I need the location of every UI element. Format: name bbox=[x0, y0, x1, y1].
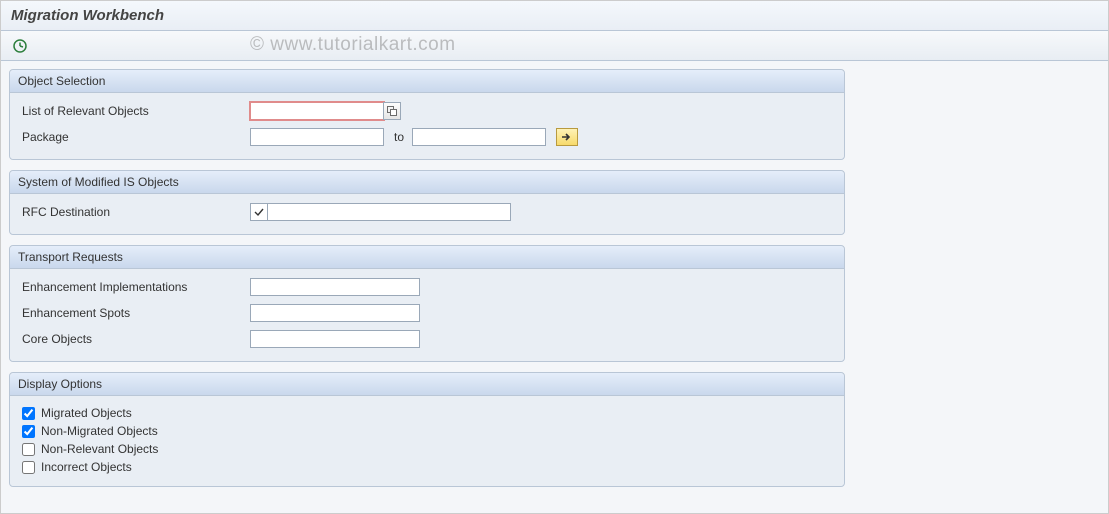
arrow-right-icon bbox=[561, 132, 573, 142]
input-rfc-destination[interactable] bbox=[267, 203, 511, 221]
label-to: to bbox=[394, 130, 404, 144]
checkbox-incorrect-objects[interactable] bbox=[22, 461, 35, 474]
title-bar: Migration Workbench bbox=[1, 1, 1108, 31]
group-header-display-options: Display Options bbox=[10, 373, 844, 396]
row-enh-implementations: Enhancement Implementations bbox=[18, 275, 836, 299]
group-display-options: Display Options Migrated Objects Non-Mig… bbox=[9, 372, 845, 487]
row-list-relevant-objects: List of Relevant Objects bbox=[18, 99, 836, 123]
row-core-objects: Core Objects bbox=[18, 327, 836, 351]
row-non-migrated-objects: Non-Migrated Objects bbox=[22, 424, 836, 438]
group-body-system-modified: RFC Destination bbox=[10, 194, 844, 234]
group-body-transport-requests: Enhancement Implementations Enhancement … bbox=[10, 269, 844, 361]
multiple-selection-button[interactable] bbox=[556, 128, 578, 146]
label-enh-implementations: Enhancement Implementations bbox=[18, 280, 250, 294]
group-system-modified: System of Modified IS Objects RFC Destin… bbox=[9, 170, 845, 235]
input-package-to[interactable] bbox=[412, 128, 546, 146]
input-list-relevant-objects[interactable] bbox=[250, 102, 384, 120]
group-body-display-options: Migrated Objects Non-Migrated Objects No… bbox=[10, 396, 844, 486]
group-object-selection: Object Selection List of Relevant Object… bbox=[9, 69, 845, 160]
row-migrated-objects: Migrated Objects bbox=[22, 406, 836, 420]
content-area: Object Selection List of Relevant Object… bbox=[1, 61, 853, 505]
input-enh-spots[interactable] bbox=[250, 304, 420, 322]
label-core-objects: Core Objects bbox=[18, 332, 250, 346]
group-body-object-selection: List of Relevant Objects Package to bbox=[10, 93, 844, 159]
checkbox-non-relevant-objects[interactable] bbox=[22, 443, 35, 456]
row-incorrect-objects: Incorrect Objects bbox=[22, 460, 836, 474]
label-migrated-objects: Migrated Objects bbox=[41, 406, 132, 420]
input-enh-implementations[interactable] bbox=[250, 278, 420, 296]
app-window: Migration Workbench © www.tutorialkart.c… bbox=[0, 0, 1109, 514]
row-non-relevant-objects: Non-Relevant Objects bbox=[22, 442, 836, 456]
rfc-check-indicator bbox=[250, 203, 268, 221]
label-package: Package bbox=[18, 130, 250, 144]
input-package-from[interactable] bbox=[250, 128, 384, 146]
group-header-system-modified: System of Modified IS Objects bbox=[10, 171, 844, 194]
f4-help-list-relevant-objects[interactable] bbox=[383, 102, 401, 120]
checkbox-migrated-objects[interactable] bbox=[22, 407, 35, 420]
execute-button[interactable] bbox=[9, 36, 31, 56]
row-rfc-destination: RFC Destination bbox=[18, 200, 836, 224]
label-non-migrated-objects: Non-Migrated Objects bbox=[41, 424, 158, 438]
input-core-objects[interactable] bbox=[250, 330, 420, 348]
label-incorrect-objects: Incorrect Objects bbox=[41, 460, 132, 474]
label-rfc-destination: RFC Destination bbox=[18, 205, 250, 219]
label-enh-spots: Enhancement Spots bbox=[18, 306, 250, 320]
group-header-transport-requests: Transport Requests bbox=[10, 246, 844, 269]
label-non-relevant-objects: Non-Relevant Objects bbox=[41, 442, 158, 456]
execute-clock-icon bbox=[12, 38, 28, 54]
search-help-icon bbox=[387, 106, 397, 116]
page-title: Migration Workbench bbox=[11, 7, 164, 24]
checkbox-non-migrated-objects[interactable] bbox=[22, 425, 35, 438]
application-toolbar bbox=[1, 31, 1108, 61]
row-enh-spots: Enhancement Spots bbox=[18, 301, 836, 325]
checkmark-icon bbox=[254, 207, 264, 217]
group-header-object-selection: Object Selection bbox=[10, 70, 844, 93]
group-transport-requests: Transport Requests Enhancement Implement… bbox=[9, 245, 845, 362]
label-list-relevant-objects: List of Relevant Objects bbox=[18, 104, 250, 118]
row-package: Package to bbox=[18, 125, 836, 149]
